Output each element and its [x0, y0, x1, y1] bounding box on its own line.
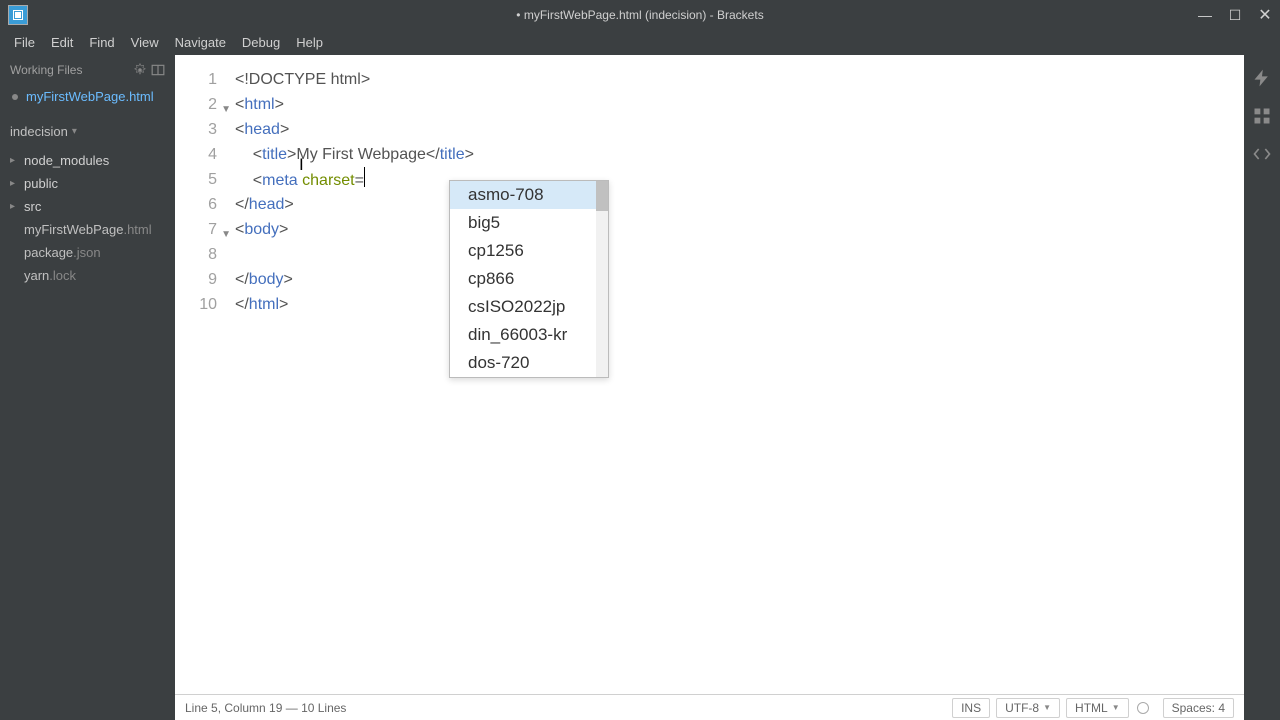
project-name: indecision [10, 124, 68, 139]
tree-file-package[interactable]: package.json [0, 241, 175, 264]
tree-folder-public[interactable]: ▸public [0, 172, 175, 195]
maximize-button[interactable]: ☐ [1220, 0, 1250, 30]
autocomplete-option[interactable]: big5 [450, 209, 608, 237]
linting-status-icon[interactable] [1137, 702, 1149, 714]
working-file-item[interactable]: myFirstWebPage.html [0, 85, 175, 112]
chevron-right-icon: ▸ [10, 201, 20, 212]
split-view-icon[interactable] [151, 63, 165, 77]
menu-navigate[interactable]: Navigate [167, 32, 234, 53]
right-rail [1244, 55, 1280, 720]
line-number: 4 [175, 142, 235, 167]
project-dropdown[interactable]: indecision ▾ [0, 118, 175, 145]
working-files-label: Working Files [10, 63, 129, 77]
chevron-right-icon: ▸ [10, 178, 20, 189]
chevron-down-icon: ▼ [1043, 703, 1051, 712]
autocomplete-option[interactable]: cp1256 [450, 237, 608, 265]
line-number: 6 [175, 192, 235, 217]
editor[interactable]: 1 2▼ 3 4 5 6 7▼ 8 9 10 <!DOCTYPE html> <… [175, 55, 1244, 720]
line-number: 5 [175, 167, 235, 192]
scrollbar-thumb[interactable] [596, 181, 608, 211]
modified-dot-icon [12, 94, 18, 100]
working-file-name: myFirstWebPage.html [26, 89, 154, 104]
menubar: File Edit Find View Navigate Debug Help [0, 30, 1280, 55]
minimize-button[interactable]: — [1190, 0, 1220, 30]
menu-view[interactable]: View [123, 32, 167, 53]
code-split-icon[interactable] [1251, 143, 1273, 165]
menu-edit[interactable]: Edit [43, 32, 81, 53]
app-icon [8, 5, 28, 25]
live-preview-icon[interactable] [1251, 67, 1273, 89]
autocomplete-option[interactable]: csISO2022jp [450, 293, 608, 321]
text-cursor [364, 167, 365, 187]
autocomplete-option[interactable]: dos-720 [450, 349, 608, 377]
gutter: 1 2▼ 3 4 5 6 7▼ 8 9 10 [175, 55, 235, 694]
encoding-select[interactable]: UTF-8▼ [996, 698, 1060, 718]
tree-file-myfirstwebpage[interactable]: myFirstWebPage.html [0, 218, 175, 241]
insert-mode-toggle[interactable]: INS [952, 698, 990, 718]
code-area[interactable]: <!DOCTYPE html> <html> <head> <title>My … [235, 55, 1244, 694]
line-number: 1 [175, 67, 235, 92]
line-number: 2▼ [175, 92, 235, 117]
tree-folder-node-modules[interactable]: ▸node_modules [0, 149, 175, 172]
chevron-down-icon: ▾ [72, 126, 77, 137]
statusbar: Line 5, Column 19 — 10 Lines INS UTF-8▼ … [175, 694, 1244, 720]
chevron-right-icon: ▸ [10, 155, 20, 166]
tree-file-yarn[interactable]: yarn.lock [0, 264, 175, 287]
line-number: 9 [175, 267, 235, 292]
autocomplete-option[interactable]: asmo-708 [450, 181, 608, 209]
extension-manager-icon[interactable] [1251, 105, 1273, 127]
line-number: 8 [175, 242, 235, 267]
autocomplete-option[interactable]: din_66003-kr [450, 321, 608, 349]
close-button[interactable]: ✕ [1250, 0, 1280, 30]
working-files-header: Working Files [0, 55, 175, 85]
tree-folder-src[interactable]: ▸src [0, 195, 175, 218]
chevron-down-icon: ▼ [1112, 703, 1120, 712]
menu-find[interactable]: Find [81, 32, 122, 53]
autocomplete-option[interactable]: cp866 [450, 265, 608, 293]
cursor-position: Line 5, Column 19 — 10 Lines [185, 701, 946, 715]
autocomplete-popup: asmo-708 big5 cp1256 cp866 csISO2022jp d… [449, 180, 609, 378]
window-title: • myFirstWebPage.html (indecision) - Bra… [516, 8, 763, 22]
indent-select[interactable]: Spaces: 4 [1163, 698, 1234, 718]
gear-icon[interactable] [133, 63, 147, 77]
sidebar: Working Files myFirstWebPage.html indeci… [0, 55, 175, 720]
file-tree: ▸node_modules ▸public ▸src myFirstWebPag… [0, 145, 175, 291]
line-number: 7▼ [175, 217, 235, 242]
menu-file[interactable]: File [6, 32, 43, 53]
menu-help[interactable]: Help [288, 32, 331, 53]
language-select[interactable]: HTML▼ [1066, 698, 1129, 718]
titlebar: • myFirstWebPage.html (indecision) - Bra… [0, 0, 1280, 30]
line-number: 10 [175, 292, 235, 317]
menu-debug[interactable]: Debug [234, 32, 288, 53]
line-number: 3 [175, 117, 235, 142]
